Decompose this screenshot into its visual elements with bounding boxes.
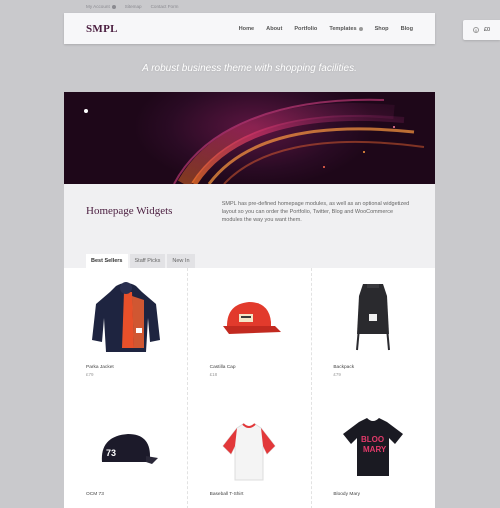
cap-73-image[interactable]: 73	[74, 406, 178, 486]
product-name[interactable]: OCM 73	[86, 492, 104, 497]
tab-best-sellers[interactable]: Best Sellers	[86, 254, 128, 268]
nav-about[interactable]: About	[266, 26, 282, 32]
tab-new-in[interactable]: New In	[167, 254, 195, 268]
product-name[interactable]: Parka Jacket	[86, 365, 114, 370]
section-description: SMPL has pre-defined homepage modules, a…	[221, 201, 410, 223]
site-header: SMPL Home About Portfolio Templates Shop…	[64, 13, 435, 44]
nav-portfolio[interactable]: Portfolio	[294, 26, 317, 32]
product-price: £79	[86, 372, 94, 377]
nav-templates[interactable]: Templates	[329, 26, 363, 32]
nav-shop[interactable]: Shop	[375, 26, 389, 32]
product-grid: Parka Jacket £79 Castilla Cap £18 Backpa…	[64, 268, 435, 508]
my-account-link[interactable]: My Account	[86, 4, 116, 9]
product-card[interactable]: 73 OCM 73	[64, 396, 188, 508]
product-card[interactable]: BLOO MARY Bloody Mary	[311, 396, 435, 508]
product-card[interactable]: Castilla Cap £18	[188, 268, 312, 396]
chevron-down-icon	[111, 4, 116, 9]
tagline: A robust business theme with shopping fa…	[142, 62, 357, 74]
main-nav: Home About Portfolio Templates Shop Blog	[239, 26, 413, 32]
section-title: Homepage Widgets	[86, 205, 173, 217]
product-card[interactable]: Parka Jacket £79	[64, 268, 188, 396]
svg-text:73: 73	[106, 448, 116, 458]
nav-blog[interactable]: Blog	[401, 26, 413, 32]
site-logo[interactable]: SMPL	[86, 23, 118, 35]
chevron-down-icon	[358, 26, 363, 31]
product-name[interactable]: Bloody Mary	[333, 492, 360, 497]
tshirt-image[interactable]: BLOO MARY	[321, 406, 425, 486]
tab-staff-picks[interactable]: Staff Picks	[129, 254, 166, 268]
baseball-tshirt-image[interactable]	[198, 406, 302, 486]
product-price: £18	[209, 372, 218, 377]
nav-home[interactable]: Home	[239, 26, 255, 32]
svg-text:BLOO: BLOO	[361, 435, 384, 444]
intro-section: Homepage Widgets SMPL has pre-defined ho…	[64, 184, 435, 242]
cart-count-badge: 0	[472, 27, 479, 33]
sitemap-link[interactable]: Sitemap	[125, 4, 142, 9]
cart-total: £0	[483, 27, 491, 33]
product-name[interactable]: Castilla Cap	[210, 365, 236, 370]
product-name[interactable]: Backpack	[333, 365, 354, 370]
page: My Account Sitemap Contact Form SMPL Hom…	[64, 0, 435, 508]
svg-text:MARY: MARY	[363, 445, 387, 454]
parka-jacket-image[interactable]	[74, 278, 178, 358]
product-price: £79	[333, 372, 341, 377]
cap-image[interactable]	[198, 278, 302, 358]
utility-bar: My Account Sitemap Contact Form	[64, 0, 435, 13]
hero-banner	[64, 92, 435, 184]
backpack-image[interactable]	[321, 278, 425, 358]
contact-form-link[interactable]: Contact Form	[151, 4, 179, 9]
product-tabs: Best Sellers Staff Picks New In	[64, 242, 435, 268]
product-card[interactable]: Backpack £79	[311, 268, 435, 396]
cart-button[interactable]: 0 £0	[463, 20, 500, 40]
product-card[interactable]: Baseball T-Shirt	[188, 396, 312, 508]
product-name[interactable]: Baseball T-Shirt	[210, 492, 244, 497]
